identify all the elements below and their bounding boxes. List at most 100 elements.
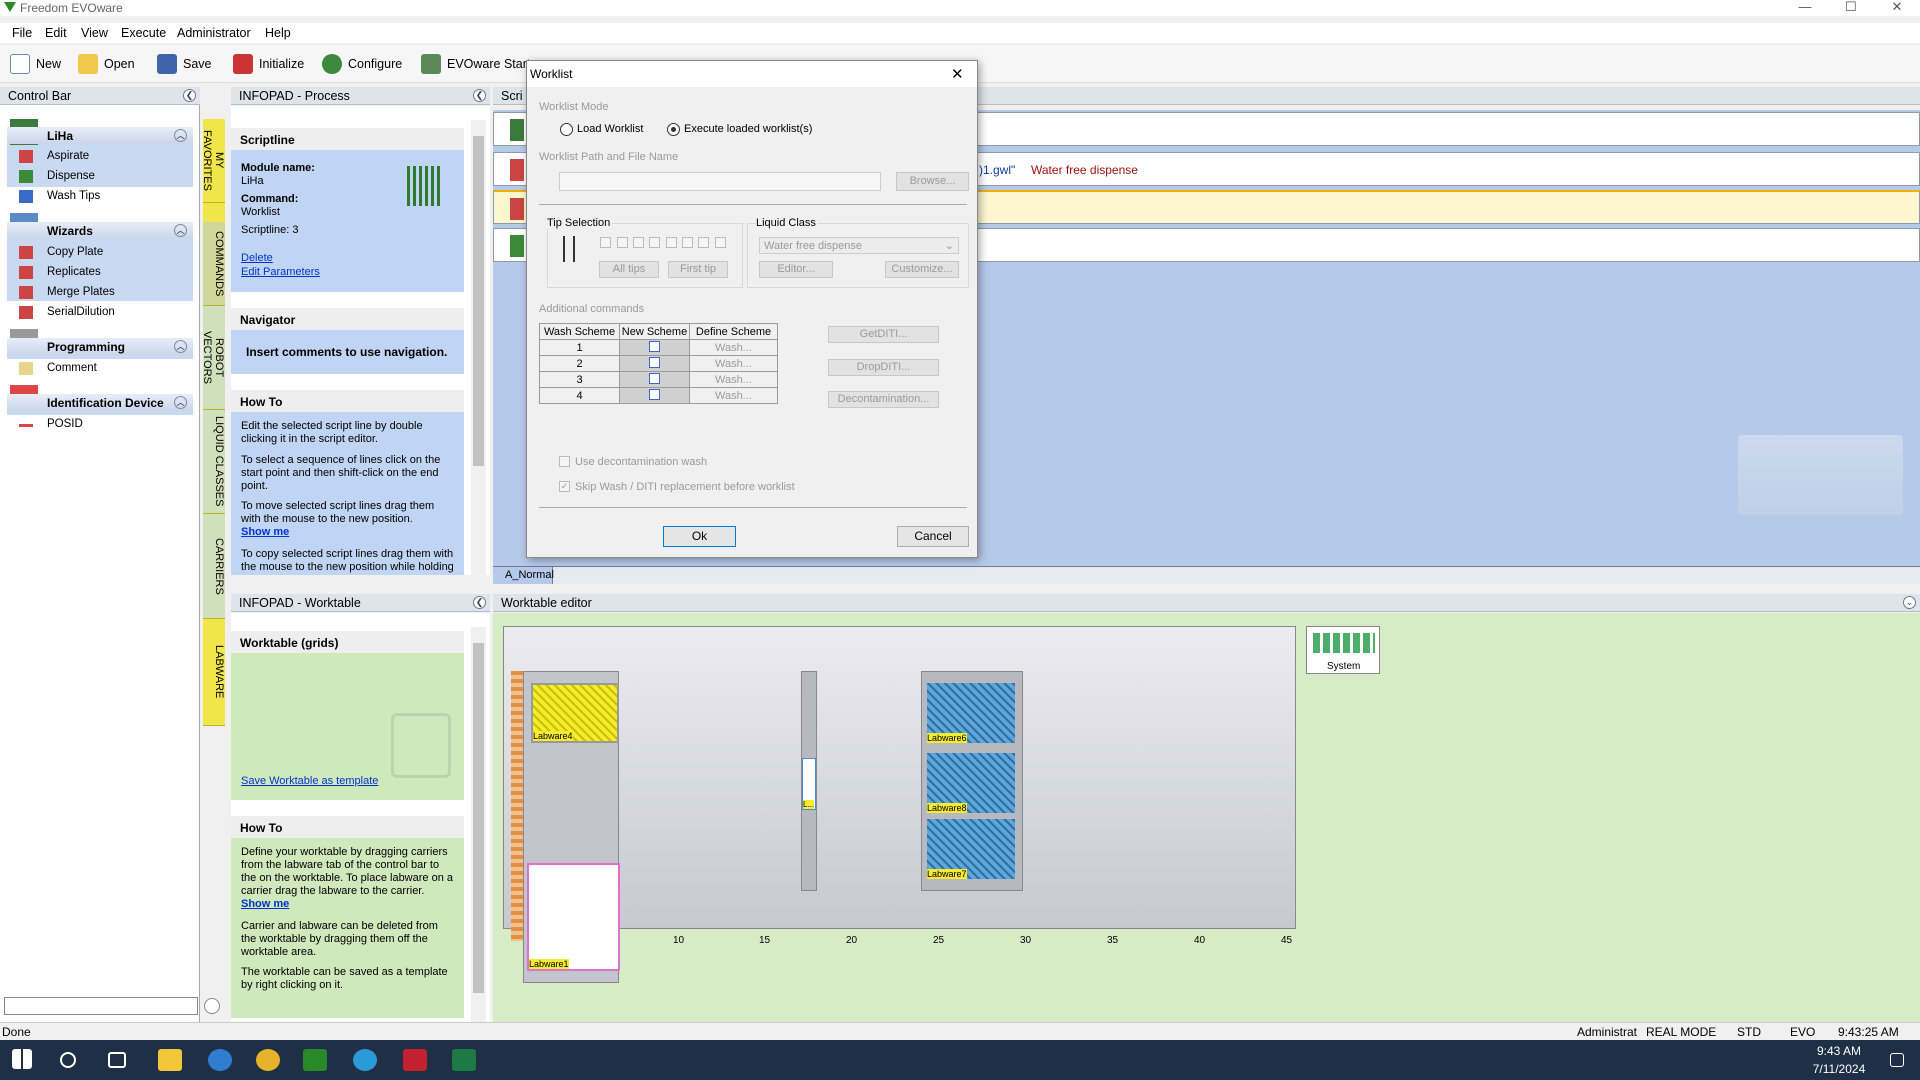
minimize-button[interactable]: — xyxy=(1782,0,1828,16)
group-programming[interactable]: Programming ︿ xyxy=(7,338,193,355)
liquid-class-select[interactable]: Water free dispense ⌄ xyxy=(759,237,959,254)
chevron-up-icon[interactable]: ︿ xyxy=(174,224,187,237)
save-worktable-template-link[interactable]: Save Worktable as template xyxy=(241,775,378,787)
cancel-button[interactable]: Cancel xyxy=(897,526,969,547)
command-wash-tips[interactable]: Wash Tips xyxy=(7,187,193,206)
tip-4-checkbox[interactable] xyxy=(649,237,660,248)
edit-parameters-link[interactable]: Edit Parameters xyxy=(241,266,320,278)
chevron-up-icon[interactable]: ︿ xyxy=(174,396,187,409)
customize-button[interactable]: Customize... xyxy=(885,261,959,278)
search-icon[interactable] xyxy=(60,1052,76,1068)
menu-execute[interactable]: Execute xyxy=(121,26,166,40)
tip-1-checkbox[interactable] xyxy=(600,237,611,248)
tip-6-checkbox[interactable] xyxy=(682,237,693,248)
all-tips-button[interactable]: All tips xyxy=(599,261,659,278)
command-comment[interactable]: Comment xyxy=(7,359,193,378)
tab-carriers[interactable]: CARRIERS xyxy=(203,514,225,619)
execute-loaded-radio[interactable] xyxy=(667,123,680,136)
dialog-close-icon[interactable]: ✕ xyxy=(951,65,964,83)
load-worklist-radio[interactable] xyxy=(560,123,573,136)
evoware-taskbar-icon[interactable] xyxy=(303,1049,327,1071)
labware6[interactable]: Labware6 xyxy=(927,683,1015,743)
menu-view[interactable]: View xyxy=(81,26,108,40)
command-merge-plates[interactable]: Merge Plates xyxy=(7,283,193,302)
worklist-path-input[interactable] xyxy=(559,172,881,191)
file-explorer-icon[interactable] xyxy=(158,1049,182,1071)
system-liquid[interactable]: System xyxy=(1306,626,1380,674)
wash-button[interactable]: Wash... xyxy=(689,355,778,372)
tip-3-checkbox[interactable] xyxy=(633,237,644,248)
first-tip-button[interactable]: First tip xyxy=(668,261,728,278)
ok-button[interactable]: Ok xyxy=(663,526,736,547)
internet-explorer-icon[interactable] xyxy=(208,1049,232,1071)
editor-button[interactable]: Editor... xyxy=(759,261,833,278)
tab-robot-vectors[interactable]: ROBOT VECTORS xyxy=(201,306,225,410)
start-windows-icon[interactable] xyxy=(12,1049,32,1069)
collapse-infopad-button[interactable]: ❮ xyxy=(473,89,486,102)
tab-commands[interactable]: COMMANDS xyxy=(203,222,225,306)
new-scheme-checkbox[interactable] xyxy=(619,339,690,356)
new-scheme-checkbox[interactable] xyxy=(619,355,690,372)
tube-labware[interactable]: L... xyxy=(802,758,816,810)
save-button[interactable]: Save xyxy=(157,53,212,75)
tip-2-checkbox[interactable] xyxy=(617,237,628,248)
new-scheme-checkbox[interactable] xyxy=(619,371,690,388)
open-button[interactable]: Open xyxy=(78,53,135,75)
chevron-down-icon[interactable]: ⌄ xyxy=(1903,596,1916,609)
infopad-worktable-scrollbar[interactable] xyxy=(471,627,486,1022)
command-aspirate[interactable]: Aspirate xyxy=(7,147,193,166)
close-window-button[interactable]: ✕ xyxy=(1874,0,1920,16)
labware1[interactable]: Labware1 xyxy=(527,863,620,971)
labware4[interactable]: Labware4 xyxy=(531,683,619,743)
group-wizards[interactable]: Wizards ︿ xyxy=(7,222,193,239)
tab-my-favorites[interactable]: MY FAVORITES xyxy=(201,119,225,203)
group-liha[interactable]: LiHa ︿ xyxy=(7,127,193,144)
initialize-button[interactable]: Initialize xyxy=(233,53,304,75)
command-serial-dilution[interactable]: SerialDilution xyxy=(7,303,193,322)
tip-7-checkbox[interactable] xyxy=(698,237,709,248)
infopad-process-scrollbar[interactable] xyxy=(471,120,486,575)
menu-administrator[interactable]: Administrator xyxy=(177,26,251,40)
collapse-control-bar-button[interactable]: ❮ xyxy=(183,89,196,102)
decontamination-button[interactable]: Decontamination... xyxy=(828,391,939,408)
command-posid[interactable]: POSID xyxy=(7,415,193,434)
show-me-link[interactable]: Show me xyxy=(241,526,289,538)
new-scheme-checkbox[interactable] xyxy=(619,387,690,404)
browse-button[interactable]: Browse... xyxy=(896,172,969,191)
command-dispense[interactable]: Dispense xyxy=(7,167,193,186)
tab-a-normal[interactable]: A_Normal xyxy=(493,567,554,584)
collapse-infopad-worktable-button[interactable]: ❮ xyxy=(473,596,486,609)
chevron-up-icon[interactable]: ︿ xyxy=(174,129,187,142)
menu-edit[interactable]: Edit xyxy=(45,26,67,40)
edge-icon[interactable] xyxy=(353,1049,377,1071)
tab-labware[interactable]: LABWARE xyxy=(203,619,225,726)
use-decontamination-checkbox[interactable] xyxy=(559,456,570,467)
wash-button[interactable]: Wash... xyxy=(689,339,778,356)
wash-button[interactable]: Wash... xyxy=(689,387,778,404)
waste-carrier[interactable] xyxy=(511,671,523,941)
scrollbar-thumb[interactable] xyxy=(473,643,484,993)
evoware-start-button[interactable]: EVOware Start xyxy=(421,53,530,75)
tip-8-checkbox[interactable] xyxy=(715,237,726,248)
app-m-icon[interactable] xyxy=(403,1049,427,1071)
menu-file[interactable]: File xyxy=(12,26,32,40)
tip-5-checkbox[interactable] xyxy=(666,237,677,248)
wash-button[interactable]: Wash... xyxy=(689,371,778,388)
task-view-icon[interactable] xyxy=(108,1052,126,1068)
scrollbar-thumb[interactable] xyxy=(473,136,484,466)
drop-diti-button[interactable]: DropDITI... xyxy=(828,359,939,376)
labware8[interactable]: Labware8 xyxy=(927,753,1015,813)
search-icon[interactable] xyxy=(204,998,220,1014)
skip-wash-checkbox[interactable]: ✓ xyxy=(559,481,570,492)
command-replicates[interactable]: Replicates xyxy=(7,263,193,282)
chrome-icon[interactable] xyxy=(256,1049,280,1071)
excel-icon[interactable] xyxy=(452,1049,476,1071)
delete-link[interactable]: Delete xyxy=(241,252,273,264)
tab-liquid-classes[interactable]: LIQUID CLASSES xyxy=(203,410,225,514)
control-bar-search-input[interactable] xyxy=(4,997,198,1015)
chevron-up-icon[interactable]: ︿ xyxy=(174,340,187,353)
configure-button[interactable]: Configure xyxy=(322,53,402,75)
maximize-button[interactable]: ☐ xyxy=(1828,0,1874,16)
labware7[interactable]: Labware7 xyxy=(927,819,1015,879)
menu-help[interactable]: Help xyxy=(265,26,291,40)
